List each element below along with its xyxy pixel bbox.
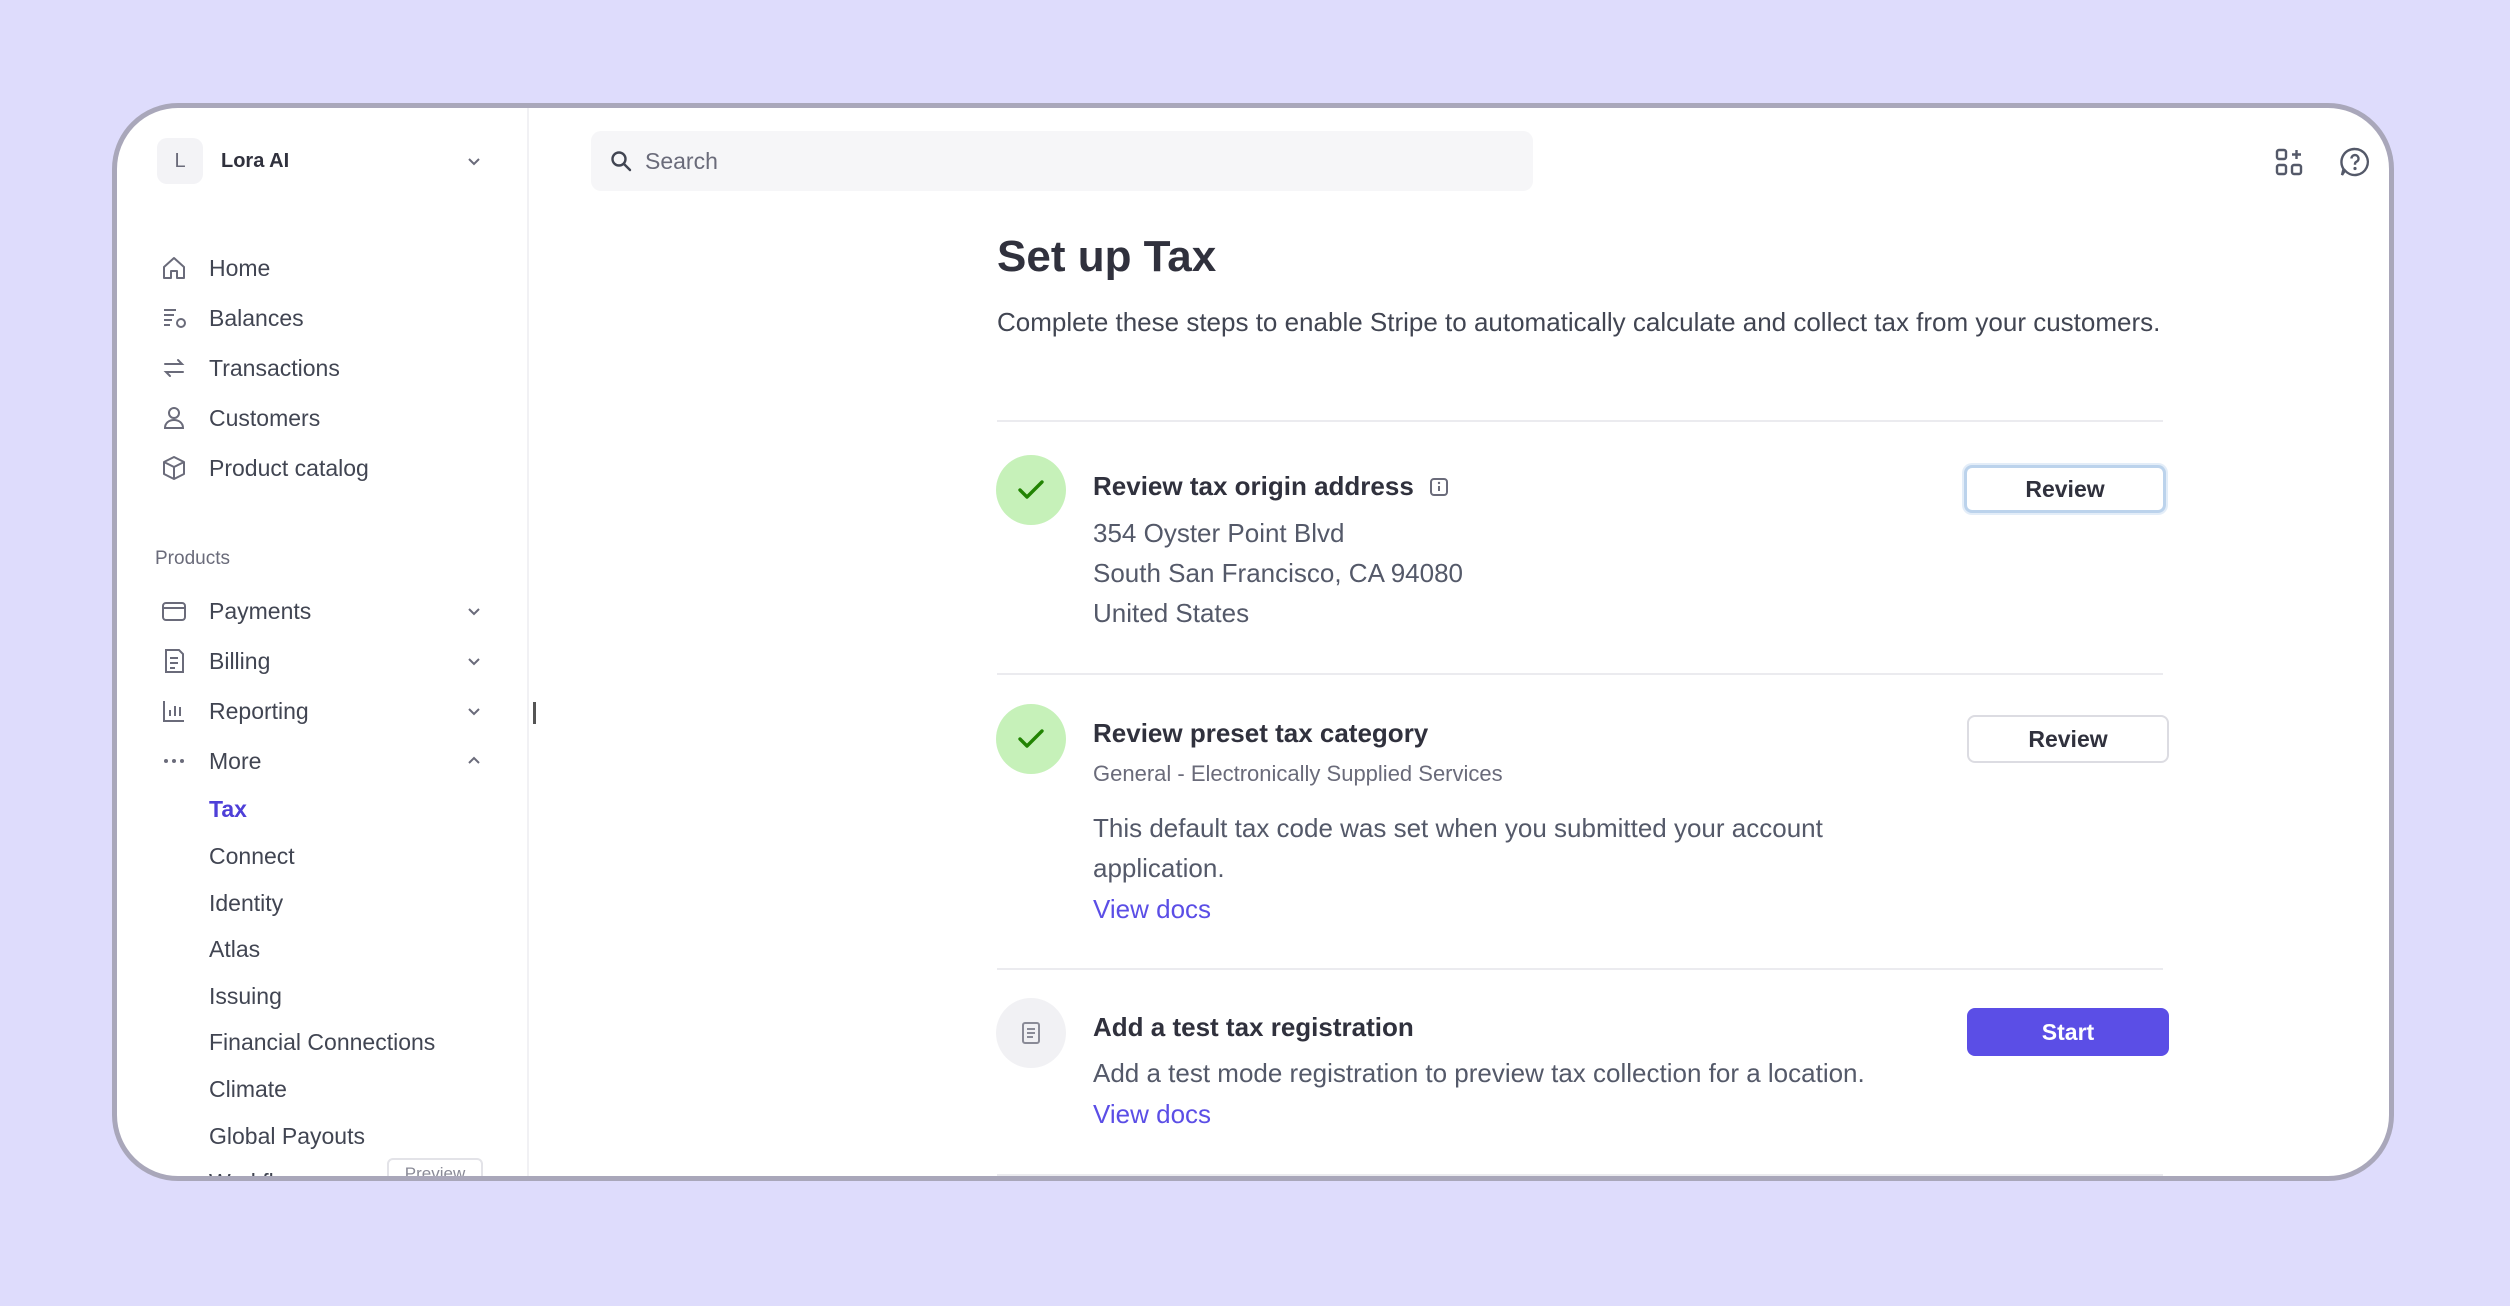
chevron-down-icon [461,698,487,724]
view-docs-link[interactable]: View docs [1093,894,1211,925]
products-section-label: Products [155,548,230,569]
sidebar: L Lora AI Home Balances Transactions Cus… [117,108,529,1176]
tax-category-subtitle: General - Electronically Supplied Servic… [1093,761,1503,786]
checkmark-icon [1018,729,1044,748]
page-description: Complete these steps to enable Stripe to… [997,307,2161,337]
nav-subitem-atlas[interactable]: Atlas [209,931,260,967]
nav-subitem-connect[interactable]: Connect [209,838,295,874]
nav-subitem-workflows[interactable]: Workflows [209,1164,315,1177]
nav-subitem-tax[interactable]: Tax [209,791,247,827]
preview-badge: Preview [387,1158,483,1176]
address-line-2: South San Francisco, CA 94080 [1093,558,1464,588]
info-icon[interactable] [1428,476,1450,498]
help-icon[interactable] [2335,142,2375,182]
nav-label: Balances [209,304,304,331]
nav-label: Product catalog [209,454,369,481]
nav-item-payments[interactable]: Payments [157,591,487,631]
nav-label: More [209,747,262,774]
review-address-button[interactable]: Review [1964,465,2166,513]
step-title-text: Review tax origin address [1093,471,1414,501]
payments-icon [157,594,191,628]
test-registration-description: Add a test mode registration to preview … [1093,1058,1865,1088]
step-title-tax-origin: Review tax origin address [1093,471,1450,502]
search-input[interactable] [643,146,1507,176]
step-title-text: Review preset tax category [1093,718,1429,748]
customers-icon [157,401,191,435]
nav-item-reporting[interactable]: Reporting [157,691,487,731]
balances-icon [157,301,191,335]
chevron-up-icon [461,748,487,774]
search-icon [607,147,635,175]
step-complete-badge [996,704,1066,774]
transactions-icon [157,351,191,385]
checkmark-icon [1018,480,1044,499]
start-registration-button[interactable]: Start [1967,1008,2169,1056]
account-switcher[interactable]: L Lora AI [157,134,487,188]
nav-item-customers[interactable]: Customers [157,398,487,438]
nav-label: Payments [209,597,312,624]
account-name: Lora AI [221,149,290,172]
home-icon [157,251,191,285]
product-catalog-icon [157,451,191,485]
chevron-down-icon [461,148,487,174]
nav-label: Reporting [209,697,309,724]
document-icon [1022,1022,1040,1044]
nav-subitem-financial-connections[interactable]: Financial Connections [209,1024,435,1060]
step-title-tax-category: Review preset tax category [1093,718,1428,749]
sidebar-resize-handle[interactable] [533,702,536,724]
nav-item-more[interactable]: More [157,741,487,781]
address-line-3: United States [1093,598,1250,628]
nav-item-product-catalog[interactable]: Product catalog [157,448,487,488]
step-complete-badge [996,455,1066,525]
review-category-button[interactable]: Review [1967,715,2169,763]
step-title-text: Add a test tax registration [1093,1012,1414,1042]
nav-item-home[interactable]: Home [157,248,487,288]
view-docs-link[interactable]: View docs [1093,1099,1211,1130]
step-title-test-registration: Add a test tax registration [1093,1012,1414,1043]
tax-category-description-line-2: application. [1093,853,1225,883]
app-window: L Lora AI Home Balances Transactions Cus… [112,103,2394,1181]
chevron-down-icon [461,648,487,674]
address-line-1: 354 Oyster Point Blvd [1093,518,1345,548]
tax-category-description-line-1: This default tax code was set when you s… [1093,813,1823,843]
nav-label: Billing [209,647,271,674]
nav-subitem-issuing[interactable]: Issuing [209,978,282,1014]
nav-item-billing[interactable]: Billing [157,641,487,681]
divider [997,673,2163,675]
divider [997,420,2163,422]
nav-subitem-identity[interactable]: Identity [209,885,283,921]
divider [997,1174,2163,1176]
page-title: Set up Tax [997,232,1217,281]
nav-subitem-global-payouts[interactable]: Global Payouts [209,1118,365,1154]
account-avatar: L [157,138,203,184]
nav-label: Transactions [209,354,340,381]
reporting-icon [157,694,191,728]
nav-item-transactions[interactable]: Transactions [157,348,487,388]
nav-item-balances[interactable]: Balances [157,298,487,338]
divider [997,968,2163,970]
nav-label: Customers [209,404,321,431]
nav-label: Home [209,254,271,281]
nav-subitem-climate[interactable]: Climate [209,1071,287,1107]
search-bar[interactable] [591,131,1533,191]
step-pending-badge [996,998,1066,1068]
apps-icon[interactable] [2269,142,2309,182]
chevron-down-icon [461,598,487,624]
billing-icon [157,644,191,678]
more-icon [157,744,191,778]
